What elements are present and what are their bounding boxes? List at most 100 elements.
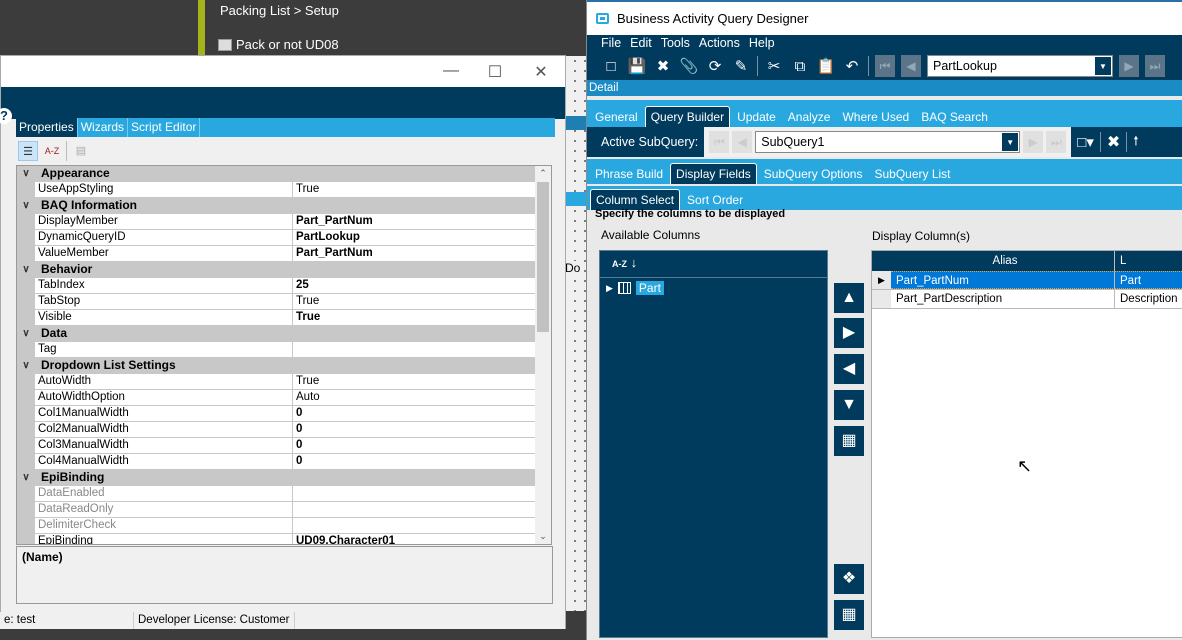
cell-alias[interactable]: Part_PartDescription	[891, 290, 1115, 308]
sort-az-icon[interactable]: A-Z ↓	[600, 251, 827, 278]
property-row[interactable]: Visible True	[17, 310, 551, 326]
property-value[interactable]: 0	[293, 422, 535, 438]
tab-subquery-list[interactable]: SubQuery List	[869, 164, 955, 184]
undo-icon[interactable]: ↶	[842, 57, 862, 75]
collapse-icon[interactable]: ∨	[17, 326, 35, 342]
tab-general[interactable]: General	[590, 107, 643, 127]
tab-baq-search[interactable]: BAQ Search	[916, 107, 993, 127]
scroll-up-icon[interactable]: ⌃	[535, 168, 551, 179]
collapse-icon[interactable]: ∨	[17, 358, 35, 374]
sort-alphabetical-icon[interactable]: A-Z	[42, 141, 62, 161]
tab-subquery-options[interactable]: SubQuery Options	[759, 164, 868, 184]
property-row[interactable]: AutoWidthOption Auto	[17, 390, 551, 406]
property-value[interactable]: Part_PartNum	[293, 246, 535, 262]
scroll-down-icon[interactable]: ⌄	[535, 531, 551, 542]
title-bar[interactable]: Business Activity Query Designer	[587, 0, 1182, 35]
move-up-icon[interactable]: 🠕	[1133, 132, 1138, 153]
tree-node-part[interactable]: ▶ Part	[600, 278, 827, 298]
delete-subquery-icon[interactable]: ✖	[1107, 132, 1120, 152]
property-row[interactable]: Col3ManualWidth 0	[17, 438, 551, 454]
add-column-button[interactable]: ▶	[834, 318, 864, 348]
minimize-button[interactable]: —	[441, 62, 461, 80]
tab-where-used[interactable]: Where Used	[837, 107, 914, 127]
cell-label[interactable]: Part	[1115, 271, 1182, 289]
tab-query-builder[interactable]: Query Builder	[644, 106, 731, 127]
property-category[interactable]: ∨ BAQ Information	[17, 198, 551, 214]
tab-script-editor[interactable]: Script Editor	[128, 118, 201, 137]
vertical-scrollbar[interactable]: ⌃ ⌄	[535, 166, 551, 544]
property-value[interactable]: Part_PartNum	[293, 214, 535, 230]
tab-display-fields[interactable]: Display Fields	[670, 163, 757, 184]
property-row[interactable]: Col1ManualWidth 0	[17, 406, 551, 422]
table-row[interactable]: ▶ Part_PartNum Part	[872, 271, 1182, 290]
property-value[interactable]: PartLookup	[293, 230, 535, 246]
first-subquery-button[interactable]: ⏮	[709, 131, 730, 153]
property-category[interactable]: ∨ Dropdown List Settings	[17, 358, 551, 374]
column-header-label[interactable]: L	[1115, 251, 1182, 271]
new-subquery-icon[interactable]: □▾	[1077, 133, 1094, 151]
last-subquery-button[interactable]: ⏭	[1046, 131, 1067, 153]
property-category[interactable]: ∨ Behavior	[17, 262, 551, 278]
property-row[interactable]: EpiBinding UD09.Character01	[17, 534, 551, 544]
collapse-icon[interactable]: ∨	[17, 198, 35, 214]
last-record-button[interactable]: ⏭	[1145, 55, 1165, 77]
table-grid-icon[interactable]: ▦	[834, 600, 864, 630]
property-pages-icon[interactable]: ▤	[71, 141, 91, 161]
property-value[interactable]: True	[293, 182, 535, 198]
property-category[interactable]: ∨ EpiBinding	[17, 470, 551, 486]
property-row[interactable]: TabIndex 25	[17, 278, 551, 294]
property-row[interactable]: Col4ManualWidth 0	[17, 454, 551, 470]
menu-edit[interactable]: Edit	[630, 35, 652, 52]
calculator-icon[interactable]: ▦	[834, 426, 864, 456]
tab-column-select[interactable]: Column Select	[590, 189, 681, 210]
next-subquery-button[interactable]: ▶	[1023, 131, 1044, 153]
property-value[interactable]	[293, 342, 535, 358]
clear-icon[interactable]: ✎	[731, 57, 751, 75]
property-category[interactable]: ∨ Data	[17, 326, 551, 342]
title-bar[interactable]: — ☐ ✕	[1, 56, 565, 87]
next-record-button[interactable]: ▶	[1119, 55, 1139, 77]
tab-properties[interactable]: Properties	[16, 118, 78, 137]
property-row[interactable]: Tag	[17, 342, 551, 358]
new-icon[interactable]: □	[601, 58, 621, 75]
property-value[interactable]: 0	[293, 406, 535, 422]
copy-icon[interactable]: ⧉	[790, 58, 810, 75]
property-value[interactable]: True	[293, 374, 535, 390]
property-value[interactable]	[293, 518, 535, 534]
property-value[interactable]: True	[293, 294, 535, 310]
property-row[interactable]: Col2ManualWidth 0	[17, 422, 551, 438]
first-record-button[interactable]: ⏮	[875, 55, 895, 77]
tab-phrase-build[interactable]: Phrase Build	[590, 164, 668, 184]
tab-wizards[interactable]: Wizards	[78, 118, 129, 137]
tab-sort-order[interactable]: Sort Order	[682, 190, 748, 210]
breadcrumb[interactable]: Packing List > Setup	[220, 3, 339, 18]
menu-file[interactable]: File	[601, 35, 621, 52]
delete-icon[interactable]: ✖	[653, 57, 673, 75]
property-value[interactable]: Auto	[293, 390, 535, 406]
maximize-button[interactable]: ☐	[485, 62, 505, 82]
cell-label[interactable]: Description	[1115, 290, 1182, 308]
remove-column-button[interactable]: ◀	[834, 354, 864, 384]
property-row[interactable]: DynamicQueryID PartLookup	[17, 230, 551, 246]
property-row[interactable]: DisplayMember Part_PartNum	[17, 214, 551, 230]
tag-icon[interactable]: ❖	[834, 564, 864, 594]
close-button[interactable]: ✕	[531, 62, 551, 82]
property-value[interactable]: UD09.Character01	[293, 534, 535, 544]
property-value[interactable]: 0	[293, 454, 535, 470]
save-icon[interactable]: 💾	[627, 57, 647, 75]
tab-analyze[interactable]: Analyze	[783, 107, 836, 127]
property-value[interactable]: 25	[293, 278, 535, 294]
expand-icon[interactable]: ▶	[606, 283, 613, 294]
prev-subquery-button[interactable]: ◀	[732, 131, 753, 153]
available-columns-tree[interactable]: A-Z ↓ ▶ Part	[599, 250, 828, 638]
chevron-down-icon[interactable]: ▼	[1002, 133, 1019, 151]
cut-icon[interactable]: ✂	[764, 57, 784, 75]
property-row[interactable]: DelimiterCheck	[17, 518, 551, 534]
property-row[interactable]: TabStop True	[17, 294, 551, 310]
categorized-icon[interactable]: ☰	[18, 140, 38, 161]
property-value[interactable]: True	[293, 310, 535, 326]
menu-help[interactable]: Help	[749, 35, 775, 52]
property-value[interactable]	[293, 486, 535, 502]
prev-record-button[interactable]: ◀	[901, 55, 921, 77]
display-columns-grid[interactable]: Alias L ▶ Part_PartNum Part Part_PartDes…	[871, 250, 1182, 638]
